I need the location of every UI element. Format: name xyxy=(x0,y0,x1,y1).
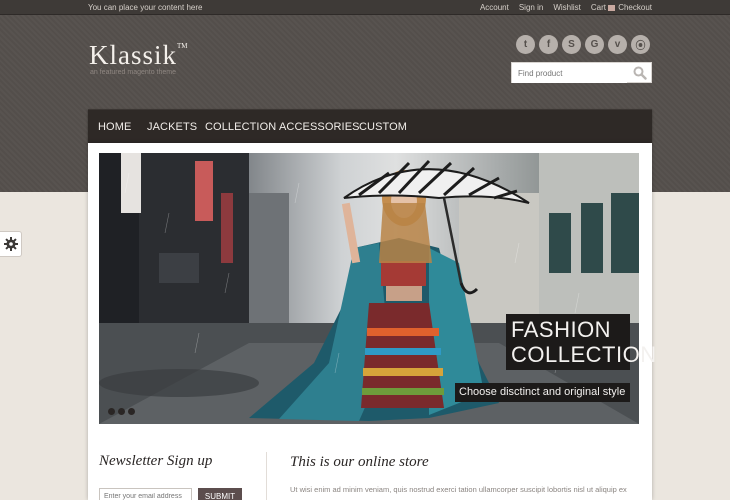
top-bar: You can place your content here Account … xyxy=(0,0,730,15)
nav-custom[interactable]: CUSTOM xyxy=(359,121,407,133)
slider-dots xyxy=(108,408,135,415)
checkout-link[interactable]: Checkout xyxy=(608,3,652,12)
nav-jackets[interactable]: JACKETS xyxy=(147,121,197,133)
top-bar-message: You can place your content here xyxy=(88,3,203,12)
twitter-icon[interactable]: t xyxy=(516,35,535,54)
site-logo[interactable]: KlassikTM xyxy=(89,40,188,71)
account-link[interactable]: Account xyxy=(480,3,509,12)
slider-dot[interactable] xyxy=(128,408,135,415)
checkout-label: Checkout xyxy=(618,3,652,12)
hero-title-line2: COLLECTION xyxy=(511,342,657,367)
social-icons: t f S G v ⦿ xyxy=(516,35,650,54)
search-icon[interactable] xyxy=(633,66,647,80)
search-input[interactable] xyxy=(512,64,627,83)
slider-dot[interactable] xyxy=(108,408,115,415)
logo-text: Klassik xyxy=(89,40,177,70)
logo-tagline: an featured magento theme xyxy=(90,69,177,76)
wishlist-link[interactable]: Wishlist xyxy=(553,3,581,12)
store-description: Ut wisi enim ad minim veniam, quis nostr… xyxy=(290,485,627,494)
newsletter-submit-button[interactable]: SUBMIT xyxy=(198,488,242,500)
top-links: Account Sign in Wishlist Cart xyxy=(480,3,606,12)
hero-subtitle: Choose disctinct and original style xyxy=(455,383,630,402)
cart-link[interactable]: Cart xyxy=(591,3,606,12)
sign-in-link[interactable]: Sign in xyxy=(519,3,543,12)
skype-icon[interactable]: S xyxy=(562,35,581,54)
search-box xyxy=(511,62,652,83)
google-icon[interactable]: G xyxy=(585,35,604,54)
newsletter-title: Newsletter Sign up xyxy=(99,453,213,469)
rss-icon[interactable]: ⦿ xyxy=(631,35,650,54)
slider-dot[interactable] xyxy=(118,408,125,415)
settings-tab[interactable] xyxy=(0,231,22,257)
gear-icon xyxy=(3,237,18,251)
nav-accessories[interactable]: ACCESSORIES xyxy=(279,121,360,133)
checkout-icon xyxy=(608,5,616,11)
logo-trademark: TM xyxy=(177,42,188,50)
store-title: This is our online store xyxy=(290,454,429,470)
nav-collection[interactable]: COLLECTION xyxy=(205,121,276,133)
nav-home[interactable]: HOME xyxy=(98,121,131,133)
section-divider xyxy=(266,452,267,500)
newsletter-email-input[interactable] xyxy=(99,488,192,500)
facebook-icon[interactable]: f xyxy=(539,35,558,54)
main-nav: HOME JACKETS COLLECTION ACCESSORIES CUST… xyxy=(88,109,652,143)
hero-title-line1: FASHION xyxy=(511,317,612,342)
hero-title: FASHION COLLECTION xyxy=(506,314,657,370)
vimeo-icon[interactable]: v xyxy=(608,35,627,54)
